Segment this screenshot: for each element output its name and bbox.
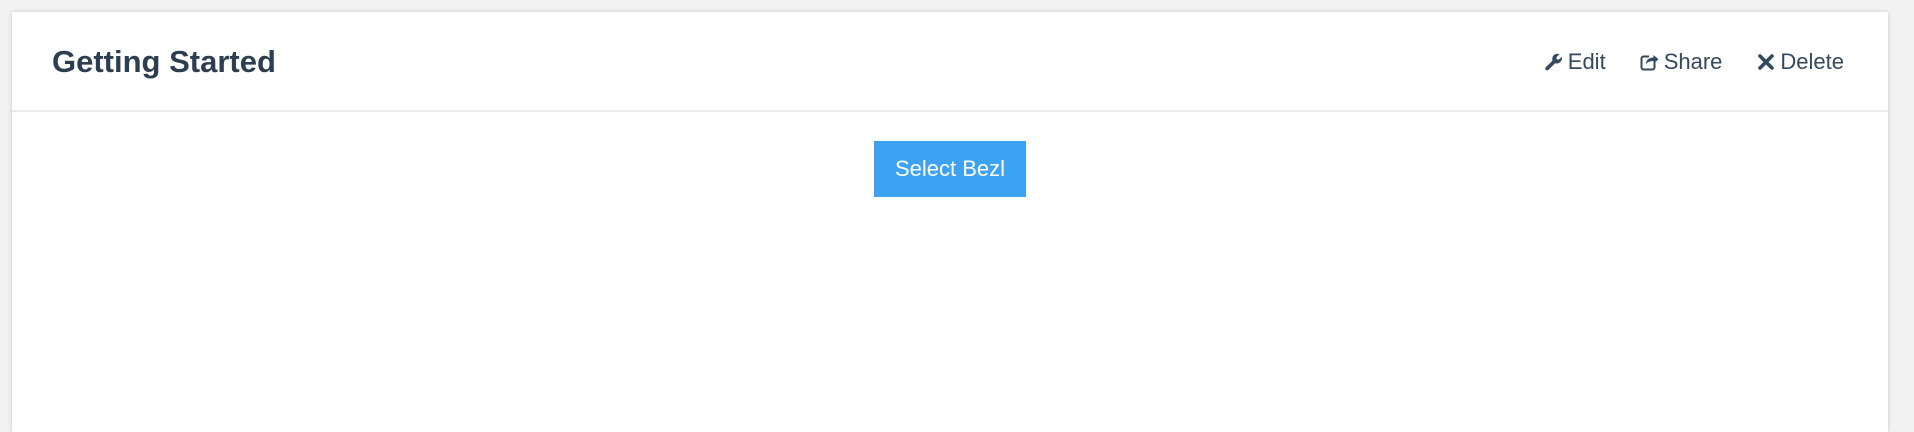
wrench-icon — [1544, 52, 1564, 72]
close-icon — [1756, 52, 1776, 72]
share-label: Share — [1663, 49, 1723, 74]
edit-label: Edit — [1567, 49, 1606, 74]
share-button[interactable]: Share — [1640, 48, 1723, 76]
share-icon — [1640, 52, 1660, 72]
panel-actions: Edit Share Delete — [1544, 48, 1844, 76]
panel-body: Select Bezl — [12, 112, 1888, 432]
dashboard-panel: Getting Started Edit Share Delete Select… — [12, 12, 1888, 432]
delete-button[interactable]: Delete — [1756, 48, 1844, 76]
edit-button[interactable]: Edit — [1544, 48, 1606, 76]
page-title: Getting Started — [52, 44, 276, 79]
select-bezl-button[interactable]: Select Bezl — [874, 141, 1026, 197]
panel-header: Getting Started Edit Share Delete — [12, 12, 1888, 112]
delete-label: Delete — [1780, 49, 1844, 74]
